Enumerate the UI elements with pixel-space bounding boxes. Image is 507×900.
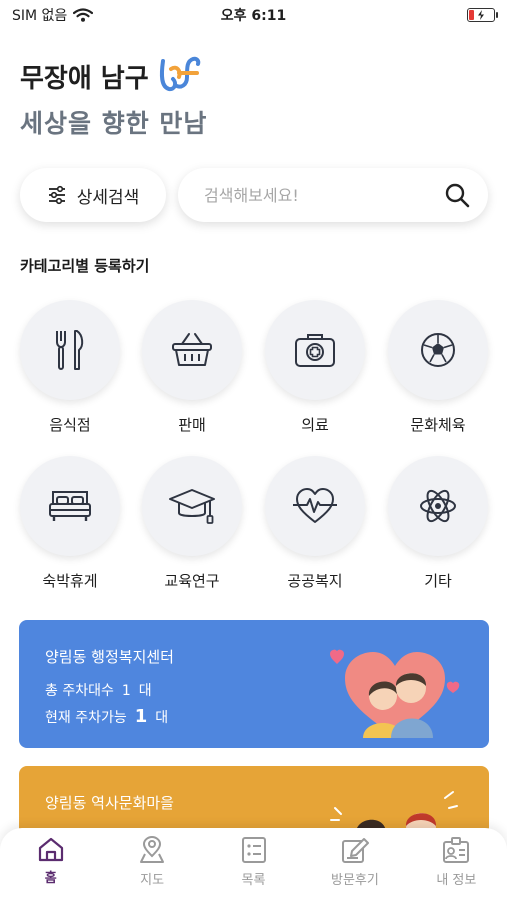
tab-label: 목록 [241, 873, 266, 888]
brand: 무장애 남구 [20, 55, 203, 97]
detail-search-label: 상세검색 [76, 187, 140, 208]
tab-label: 지도 [140, 873, 165, 888]
category-icon-circle[interactable] [265, 456, 365, 556]
home-icon [38, 837, 63, 862]
search-icon[interactable] [444, 182, 470, 208]
category-icon-circle[interactable] [265, 300, 365, 400]
total-parking-unit: 대 [138, 683, 152, 699]
tab-list[interactable]: 목록 [203, 836, 304, 900]
carrier-label: SIM 없음 [12, 8, 68, 24]
status-left: SIM 없음 [12, 5, 94, 25]
category-medical[interactable]: 의료 [263, 300, 367, 435]
category-culture-sports[interactable]: 문화체육 [386, 300, 490, 435]
available-parking-row: 현재 주차가능 1 대 [45, 706, 168, 727]
review-icon [341, 838, 369, 863]
card-title: 양림동 행정복지센터 [45, 648, 174, 666]
category-label: 교육연구 [164, 572, 220, 590]
category-etc[interactable]: 기타 [386, 456, 490, 591]
tab-label: 방문후기 [331, 873, 379, 888]
facility-card-parking[interactable]: 양림동 행정복지센터 총 주차대수 1 대 현재 주차가능 1 대 [19, 620, 489, 748]
atom-icon [420, 489, 456, 523]
shopping-basket-icon [172, 333, 212, 366]
graduation-cap-icon [169, 489, 215, 524]
available-parking-label: 현재 주차가능 [45, 710, 127, 726]
search-input[interactable] [204, 185, 444, 205]
sliders-icon [48, 185, 65, 205]
category-label: 판매 [178, 416, 206, 434]
category-label: 문화체육 [410, 416, 466, 434]
category-section-title: 카테고리별 등록하기 [20, 257, 150, 275]
category-icon-circle[interactable] [20, 456, 120, 556]
available-parking-value: 1 [134, 706, 148, 727]
category-sales[interactable]: 판매 [140, 300, 244, 435]
category-icon-circle[interactable] [142, 300, 242, 400]
app-title: 무장애 남구 [20, 63, 149, 94]
brand-logo-icon [159, 56, 200, 92]
profile-card-icon [443, 837, 470, 863]
battery-icon [467, 8, 498, 22]
utensils-icon [56, 330, 84, 370]
category-label: 기타 [424, 572, 452, 590]
category-label: 의료 [301, 416, 329, 434]
detail-search-button[interactable]: 상세검색 [20, 168, 166, 222]
category-label: 숙박휴게 [42, 572, 98, 590]
category-lodging[interactable]: 숙박휴게 [18, 456, 122, 591]
category-icon-circle[interactable] [388, 300, 488, 400]
tab-my-info[interactable]: 내 정보 [406, 836, 507, 900]
total-parking-row: 총 주차대수 1 대 [45, 680, 152, 700]
tagline: 세상을 향한 만남 [20, 109, 208, 138]
status-bar: SIM 없음 오후 6:11 [0, 0, 507, 30]
category-label: 공공복지 [287, 572, 343, 590]
tab-home[interactable]: 홈 [0, 836, 101, 900]
list-icon [241, 837, 266, 863]
total-parking-label: 총 주차대수 [45, 683, 114, 699]
couple-heart-illustration [330, 649, 460, 738]
card-title: 양림동 역사문화마을 [45, 794, 174, 812]
first-aid-kit-icon [295, 334, 335, 367]
map-pin-icon [140, 836, 165, 863]
search-box[interactable] [178, 168, 488, 222]
category-icon-circle[interactable] [142, 456, 242, 556]
total-parking-value: 1 [121, 683, 131, 699]
category-label: 음식점 [49, 416, 91, 434]
bottom-tab-bar: 홈 지도 목록 방문후기 내 정보 [0, 828, 507, 900]
category-icon-circle[interactable] [20, 300, 120, 400]
category-public-welfare[interactable]: 공공복지 [263, 456, 367, 591]
wifi-icon [73, 8, 94, 22]
tab-label: 내 정보 [436, 873, 477, 888]
tab-review[interactable]: 방문후기 [304, 836, 405, 900]
category-restaurant[interactable]: 음식점 [18, 300, 122, 435]
bed-icon [49, 491, 91, 521]
available-parking-unit: 대 [155, 710, 169, 726]
soccer-ball-icon [421, 333, 455, 367]
tab-label: 홈 [44, 871, 57, 886]
tab-map[interactable]: 지도 [101, 836, 202, 900]
category-icon-circle[interactable] [388, 456, 488, 556]
heartbeat-icon [293, 488, 337, 523]
category-education[interactable]: 교육연구 [140, 456, 244, 591]
